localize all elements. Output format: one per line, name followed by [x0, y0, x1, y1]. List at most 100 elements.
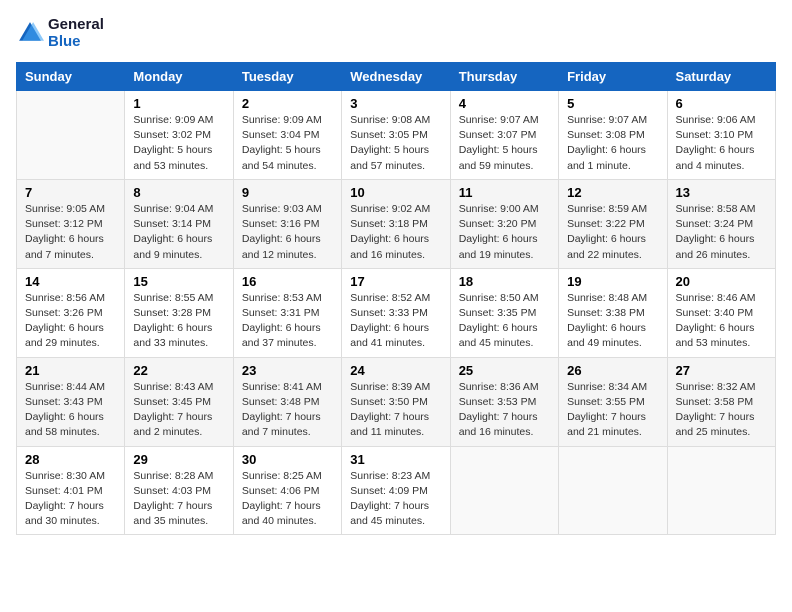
day-info: Sunrise: 8:59 AMSunset: 3:22 PMDaylight:…: [567, 202, 658, 263]
day-cell: 16 Sunrise: 8:53 AMSunset: 3:31 PMDayligh…: [233, 268, 341, 357]
day-number: 28: [25, 452, 116, 467]
header-row: SundayMondayTuesdayWednesdayThursdayFrid…: [17, 63, 776, 91]
day-number: 7: [25, 185, 116, 200]
day-cell: 26 Sunrise: 8:34 AMSunset: 3:55 PMDayligh…: [559, 357, 667, 446]
day-number: 31: [350, 452, 441, 467]
day-cell: 23 Sunrise: 8:41 AMSunset: 3:48 PMDayligh…: [233, 357, 341, 446]
day-number: 19: [567, 274, 658, 289]
calendar-table: SundayMondayTuesdayWednesdayThursdayFrid…: [16, 62, 776, 535]
day-info: Sunrise: 9:07 AMSunset: 3:07 PMDaylight:…: [459, 113, 550, 174]
header-cell-wednesday: Wednesday: [342, 63, 450, 91]
day-number: 1: [133, 96, 224, 111]
day-info: Sunrise: 8:34 AMSunset: 3:55 PMDaylight:…: [567, 380, 658, 441]
day-number: 13: [676, 185, 767, 200]
header-cell-sunday: Sunday: [17, 63, 125, 91]
day-cell: 18 Sunrise: 8:50 AMSunset: 3:35 PMDayligh…: [450, 268, 558, 357]
day-info: Sunrise: 8:30 AMSunset: 4:01 PMDaylight:…: [25, 469, 116, 530]
day-cell: 25 Sunrise: 8:36 AMSunset: 3:53 PMDayligh…: [450, 357, 558, 446]
day-number: 23: [242, 363, 333, 378]
calendar-body: 1 Sunrise: 9:09 AMSunset: 3:02 PMDaylight…: [17, 91, 776, 535]
day-cell: 6Sunrise: 9:06 AMSunset: 3:10 PMDaylight…: [667, 91, 775, 180]
day-cell: 30 Sunrise: 8:25 AMSunset: 4:06 PMDayligh…: [233, 446, 341, 535]
day-number: 14: [25, 274, 116, 289]
logo: General Blue: [16, 16, 104, 50]
day-info: Sunrise: 9:04 AMSunset: 3:14 PMDaylight:…: [133, 202, 224, 263]
page-header: General Blue: [16, 16, 776, 50]
day-info: Sunrise: 8:43 AMSunset: 3:45 PMDaylight:…: [133, 380, 224, 441]
day-number: 21: [25, 363, 116, 378]
header-cell-friday: Friday: [559, 63, 667, 91]
day-info: Sunrise: 9:07 AMSunset: 3:08 PMDaylight:…: [567, 113, 658, 174]
day-cell: [559, 446, 667, 535]
day-number: 15: [133, 274, 224, 289]
header-cell-thursday: Thursday: [450, 63, 558, 91]
logo-icon: [16, 19, 44, 47]
day-cell: 31 Sunrise: 8:23 AMSunset: 4:09 PMDayligh…: [342, 446, 450, 535]
day-cell: [17, 91, 125, 180]
day-cell: 3 Sunrise: 9:08 AMSunset: 3:05 PMDaylight…: [342, 91, 450, 180]
day-cell: 10 Sunrise: 9:02 AMSunset: 3:18 PMDayligh…: [342, 179, 450, 268]
day-number: 11: [459, 185, 550, 200]
header-cell-monday: Monday: [125, 63, 233, 91]
day-number: 10: [350, 185, 441, 200]
day-number: 24: [350, 363, 441, 378]
day-info: Sunrise: 9:09 AMSunset: 3:04 PMDaylight:…: [242, 113, 333, 174]
day-cell: 14Sunrise: 8:56 AMSunset: 3:26 PMDayligh…: [17, 268, 125, 357]
week-row-1: 1 Sunrise: 9:09 AMSunset: 3:02 PMDaylight…: [17, 91, 776, 180]
day-info: Sunrise: 8:52 AMSunset: 3:33 PMDaylight:…: [350, 291, 441, 352]
day-number: 26: [567, 363, 658, 378]
day-cell: 13Sunrise: 8:58 AMSunset: 3:24 PMDayligh…: [667, 179, 775, 268]
day-info: Sunrise: 8:53 AMSunset: 3:31 PMDaylight:…: [242, 291, 333, 352]
day-info: Sunrise: 8:32 AMSunset: 3:58 PMDaylight:…: [676, 380, 767, 441]
day-info: Sunrise: 8:50 AMSunset: 3:35 PMDaylight:…: [459, 291, 550, 352]
day-number: 20: [676, 274, 767, 289]
day-number: 18: [459, 274, 550, 289]
day-cell: 5Sunrise: 9:07 AMSunset: 3:08 PMDaylight…: [559, 91, 667, 180]
day-cell: 22 Sunrise: 8:43 AMSunset: 3:45 PMDayligh…: [125, 357, 233, 446]
day-number: 2: [242, 96, 333, 111]
day-info: Sunrise: 9:03 AMSunset: 3:16 PMDaylight:…: [242, 202, 333, 263]
day-cell: 15 Sunrise: 8:55 AMSunset: 3:28 PMDayligh…: [125, 268, 233, 357]
day-number: 25: [459, 363, 550, 378]
day-cell: 21 Sunrise: 8:44 AMSunset: 3:43 PMDayligh…: [17, 357, 125, 446]
day-info: Sunrise: 8:41 AMSunset: 3:48 PMDaylight:…: [242, 380, 333, 441]
week-row-3: 14Sunrise: 8:56 AMSunset: 3:26 PMDayligh…: [17, 268, 776, 357]
day-number: 12: [567, 185, 658, 200]
day-number: 22: [133, 363, 224, 378]
day-info: Sunrise: 9:08 AMSunset: 3:05 PMDaylight:…: [350, 113, 441, 174]
day-cell: 11Sunrise: 9:00 AMSunset: 3:20 PMDayligh…: [450, 179, 558, 268]
day-info: Sunrise: 8:23 AMSunset: 4:09 PMDaylight:…: [350, 469, 441, 530]
day-number: 8: [133, 185, 224, 200]
week-row-2: 7 Sunrise: 9:05 AMSunset: 3:12 PMDaylight…: [17, 179, 776, 268]
day-cell: [450, 446, 558, 535]
day-cell: 17Sunrise: 8:52 AMSunset: 3:33 PMDayligh…: [342, 268, 450, 357]
day-info: Sunrise: 8:55 AMSunset: 3:28 PMDaylight:…: [133, 291, 224, 352]
header-cell-tuesday: Tuesday: [233, 63, 341, 91]
day-cell: 7 Sunrise: 9:05 AMSunset: 3:12 PMDaylight…: [17, 179, 125, 268]
day-cell: 12 Sunrise: 8:59 AMSunset: 3:22 PMDayligh…: [559, 179, 667, 268]
day-cell: 1 Sunrise: 9:09 AMSunset: 3:02 PMDaylight…: [125, 91, 233, 180]
day-cell: 28 Sunrise: 8:30 AMSunset: 4:01 PMDayligh…: [17, 446, 125, 535]
day-info: Sunrise: 8:44 AMSunset: 3:43 PMDaylight:…: [25, 380, 116, 441]
day-info: Sunrise: 9:09 AMSunset: 3:02 PMDaylight:…: [133, 113, 224, 174]
day-info: Sunrise: 8:48 AMSunset: 3:38 PMDaylight:…: [567, 291, 658, 352]
day-number: 4: [459, 96, 550, 111]
day-number: 16: [242, 274, 333, 289]
day-cell: 19 Sunrise: 8:48 AMSunset: 3:38 PMDayligh…: [559, 268, 667, 357]
day-number: 6: [676, 96, 767, 111]
day-info: Sunrise: 8:46 AMSunset: 3:40 PMDaylight:…: [676, 291, 767, 352]
day-cell: 2 Sunrise: 9:09 AMSunset: 3:04 PMDaylight…: [233, 91, 341, 180]
day-info: Sunrise: 9:02 AMSunset: 3:18 PMDaylight:…: [350, 202, 441, 263]
day-cell: [667, 446, 775, 535]
logo-text: General Blue: [48, 16, 104, 50]
day-info: Sunrise: 8:25 AMSunset: 4:06 PMDaylight:…: [242, 469, 333, 530]
day-number: 3: [350, 96, 441, 111]
day-number: 29: [133, 452, 224, 467]
day-cell: 4 Sunrise: 9:07 AMSunset: 3:07 PMDaylight…: [450, 91, 558, 180]
day-cell: 27 Sunrise: 8:32 AMSunset: 3:58 PMDayligh…: [667, 357, 775, 446]
day-number: 30: [242, 452, 333, 467]
day-info: Sunrise: 8:36 AMSunset: 3:53 PMDaylight:…: [459, 380, 550, 441]
day-number: 27: [676, 363, 767, 378]
day-info: Sunrise: 9:05 AMSunset: 3:12 PMDaylight:…: [25, 202, 116, 263]
week-row-4: 21 Sunrise: 8:44 AMSunset: 3:43 PMDayligh…: [17, 357, 776, 446]
